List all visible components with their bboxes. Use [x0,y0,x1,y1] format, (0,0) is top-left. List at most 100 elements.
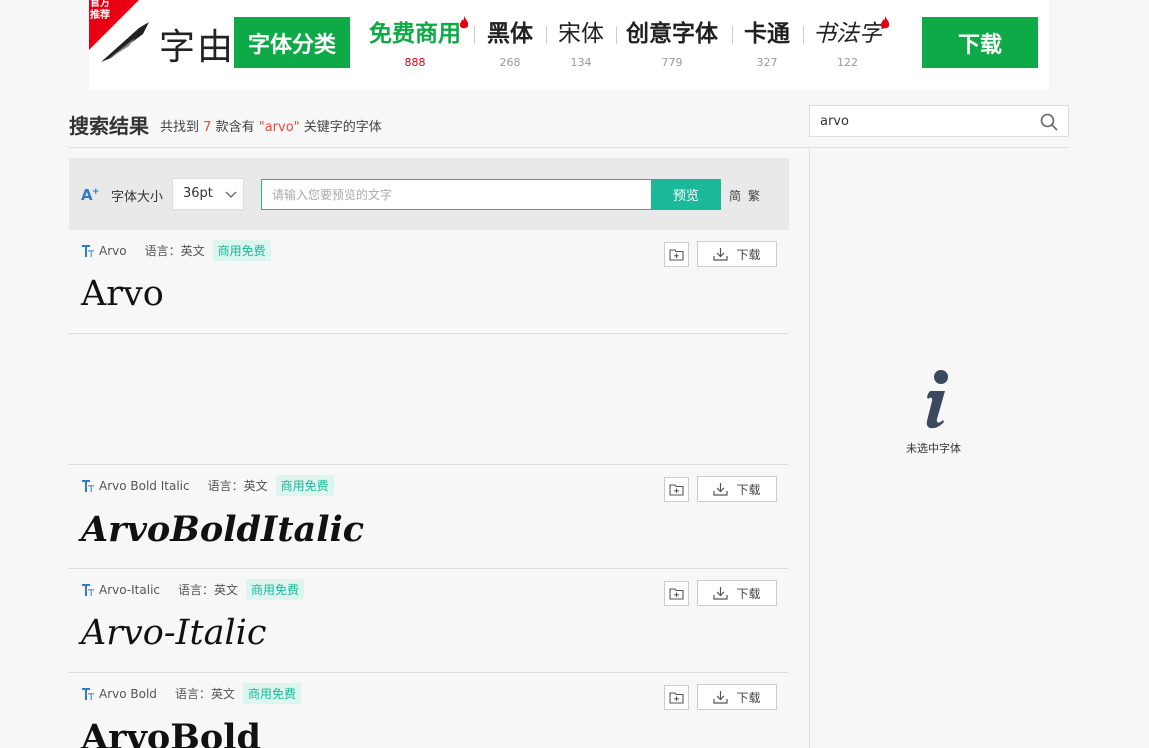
download-icon [713,248,729,261]
category-count: 779 [661,56,683,69]
category-name: 免费商用 [369,21,461,47]
category-count: 327 [756,56,778,69]
license-badge: 商用免费 [242,683,301,704]
recommend-corner-label: 官方推荐 [90,0,110,21]
category-count: 268 [499,56,521,69]
font-sample-text[interactable]: ArvoBoldItalic [81,509,364,550]
folder-plus-icon [669,588,684,600]
top-banner[interactable]: 官方推荐 字由 字体分类 免费商用 888 黑体 268 宋体 134 创意字体… [89,0,1049,90]
preview-button[interactable]: 预览 [651,179,721,210]
font-language: 语言：英文 [174,687,235,701]
license-badge: 商用免费 [246,579,305,600]
header-divider [69,147,1069,148]
font-name[interactable]: Arvo [99,244,127,258]
license-badge: 商用免费 [212,240,271,261]
font-size-label: 字体大小 [111,190,164,205]
font-row-arvo-bold: Arvo Bold 语言：英文 商用免费 下载 ArvoBold [69,673,789,748]
font-download-button[interactable]: 下载 [697,580,777,606]
preview-text-input[interactable] [261,179,652,210]
font-language: 语言：英文 [144,244,205,258]
font-category-button[interactable]: 字体分类 [234,17,350,68]
results-mid: 款含有 [215,120,255,135]
category-name: 黑体 [487,21,533,47]
font-meta: Arvo 语言：英文 商用免费 [81,240,271,261]
category-free-commercial[interactable]: 免费商用 888 [369,16,469,72]
add-to-collection-button[interactable] [664,581,689,606]
download-icon [713,483,729,496]
logo-brush-icon [101,22,149,62]
font-row-arvo-italic: Arvo-Italic 语言：英文 商用免费 下载 Arvo-Italic [69,569,789,673]
font-name[interactable]: Arvo Bold Italic [99,479,190,493]
simplified-toggle[interactable]: 简 [729,187,741,204]
download-label: 下载 [736,586,761,601]
font-name[interactable]: Arvo Bold [99,687,157,701]
search-input[interactable] [810,106,1030,136]
download-icon [713,691,729,704]
category-name: 宋体 [558,21,604,47]
font-language: 语言：英文 [207,479,268,493]
font-type-icon [82,479,94,492]
font-meta: Arvo-Italic 语言：英文 商用免费 [81,579,305,600]
results-suffix: 关键字的字体 [303,120,382,135]
divider [803,26,804,44]
font-name[interactable]: Arvo-Italic [99,583,160,597]
font-meta: Arvo Bold Italic 语言：英文 商用免费 [81,475,334,496]
add-to-collection-button[interactable] [664,242,689,267]
preview-toolbar: A + 字体大小 36pt 预览 简 繁 [69,158,789,230]
download-label: 下载 [736,690,761,705]
font-download-button[interactable]: 下载 [697,476,777,502]
font-type-icon [82,583,94,596]
font-size-icon: A + [81,186,100,203]
download-icon [713,587,729,600]
font-row-loading [69,334,789,465]
results-title: 搜索结果 [69,114,149,138]
detail-panel-divider [809,148,810,748]
results-summary: 共找到 7 款含有 "arvo" 关键字的字体 [160,116,382,135]
folder-plus-icon [669,249,684,261]
category-songti[interactable]: 宋体 134 [558,18,604,72]
font-type-icon [82,687,94,700]
font-sample-text[interactable]: ArvoBold [81,717,261,748]
divider [474,26,475,44]
info-icon [926,370,948,429]
folder-plus-icon [669,484,684,496]
category-calligraphy[interactable]: 书法字 122 [813,16,890,72]
font-sample-text[interactable]: Arvo [81,274,164,314]
category-count: 122 [837,56,858,69]
category-name: 书法字 [813,21,882,47]
font-size-select[interactable]: 36pt [172,178,244,210]
font-download-button[interactable]: 下载 [697,684,777,710]
divider [616,26,617,44]
font-language: 语言：英文 [178,583,239,597]
search-box [809,105,1069,137]
traditional-toggle[interactable]: 繁 [748,187,760,204]
category-name: 卡通 [744,21,790,47]
font-size-value: 36pt [183,186,213,201]
hot-flame-icon [459,16,469,29]
category-cartoon[interactable]: 卡通 327 [744,18,790,72]
results-count: 7 [203,120,212,135]
font-row-arvo: Arvo 语言：英文 商用免费 下载 Arvo [69,230,789,334]
download-label: 下载 [736,482,761,497]
folder-plus-icon [669,692,684,704]
no-font-selected-text: 未选中字体 [906,442,961,455]
logo-text: 字由 [159,27,236,68]
category-count: 888 [404,56,426,69]
search-icon[interactable] [1040,113,1058,131]
font-sample-text[interactable]: Arvo-Italic [81,613,266,653]
font-row-arvo-bold-italic: Arvo Bold Italic 语言：英文 商用免费 下载 ArvoBoldI… [69,465,789,569]
results-prefix: 共找到 [160,120,200,135]
category-creative[interactable]: 创意字体 779 [626,18,718,72]
add-to-collection-button[interactable] [664,685,689,710]
divider [546,26,547,44]
banner-download-button[interactable]: 下载 [922,17,1038,68]
font-download-button[interactable]: 下载 [697,241,777,267]
add-to-collection-button[interactable] [664,477,689,502]
download-label: 下载 [736,247,761,262]
chevron-down-icon [225,191,237,198]
svg-text:+: + [92,187,100,197]
category-name: 创意字体 [626,21,718,47]
font-meta: Arvo Bold 语言：英文 商用免费 [81,683,301,704]
license-badge: 商用免费 [275,475,334,496]
category-heiti[interactable]: 黑体 268 [487,18,533,72]
